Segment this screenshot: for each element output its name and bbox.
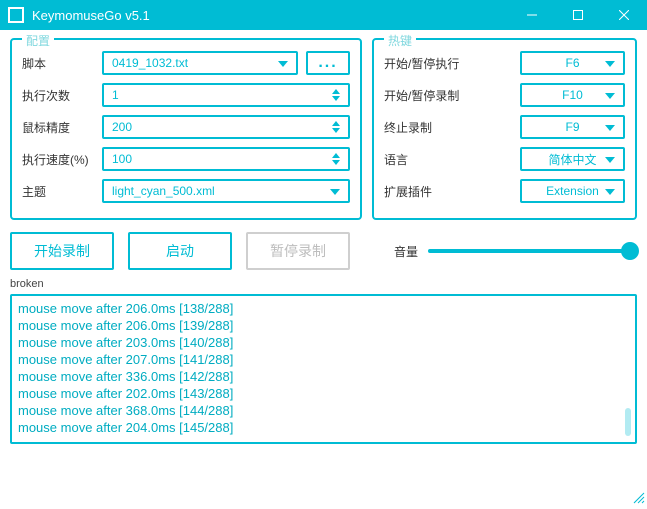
lang-label: 语言 (384, 151, 484, 168)
start-pause-exec-value: F6 (565, 56, 579, 70)
spin-down-icon[interactable] (332, 160, 340, 165)
chevron-down-icon (605, 61, 615, 67)
ext-plugin-label: 扩展插件 (384, 183, 484, 200)
config-panel: 配置 脚本 0419_1032.txt ... 执行次数 1 鼠标精度 (10, 38, 362, 220)
start-pause-rec-value: F10 (562, 88, 583, 102)
spin-down-icon[interactable] (332, 128, 340, 133)
stop-rec-label: 终止录制 (384, 119, 484, 136)
exec-speed-value: 100 (112, 152, 132, 166)
theme-value: light_cyan_500.xml (112, 184, 215, 198)
maximize-button[interactable] (555, 0, 601, 30)
stop-rec-value: F9 (565, 120, 579, 134)
start-pause-exec-select[interactable]: F6 (520, 51, 625, 75)
start-pause-exec-label: 开始/暂停执行 (384, 55, 484, 72)
ext-plugin-value: Extension (546, 184, 599, 198)
chevron-down-icon (605, 125, 615, 131)
titlebar: KeymomuseGo v5.1 (0, 0, 647, 30)
start-pause-rec-select[interactable]: F10 (520, 83, 625, 107)
spin-up-icon[interactable] (332, 89, 340, 94)
script-select[interactable]: 0419_1032.txt (102, 51, 298, 75)
hotkey-legend: 热键 (384, 32, 416, 49)
spin-up-icon[interactable] (332, 153, 340, 158)
spin-up-icon[interactable] (332, 121, 340, 126)
browse-button[interactable]: ... (306, 51, 350, 75)
mouse-precision-spinner[interactable]: 200 (102, 115, 350, 139)
app-icon (8, 7, 24, 23)
chevron-down-icon (278, 61, 288, 67)
lang-value: 简体中文 (548, 151, 596, 168)
start-button[interactable]: 启动 (128, 232, 232, 270)
stop-rec-select[interactable]: F9 (520, 115, 625, 139)
resize-grip[interactable] (631, 490, 645, 504)
log-line: mouse move after 204.0ms [145/288] (18, 419, 629, 436)
chevron-down-icon (605, 189, 615, 195)
exec-speed-spinner[interactable]: 100 (102, 147, 350, 171)
volume-label: 音量 (394, 243, 418, 260)
theme-label: 主题 (22, 183, 102, 200)
hotkey-panel: 热键 开始/暂停执行 F6 开始/暂停录制 F10 终止录制 F9 (372, 38, 637, 220)
ext-plugin-select[interactable]: Extension (520, 179, 625, 203)
chevron-down-icon (330, 189, 340, 195)
spin-down-icon[interactable] (332, 96, 340, 101)
log-line: mouse move after 207.0ms [141/288] (18, 351, 629, 368)
log-output[interactable]: mouse move after 206.0ms [138/288] mouse… (10, 294, 637, 444)
status-text: broken (10, 278, 637, 290)
log-line: mouse move after 206.0ms [139/288] (18, 317, 629, 334)
script-label: 脚本 (22, 55, 102, 72)
volume-slider[interactable] (428, 249, 637, 253)
start-pause-rec-label: 开始/暂停录制 (384, 87, 484, 104)
chevron-down-icon (605, 93, 615, 99)
log-line: mouse move after 336.0ms [142/288] (18, 368, 629, 385)
config-legend: 配置 (22, 32, 54, 49)
exec-count-spinner[interactable]: 1 (102, 83, 350, 107)
log-line: mouse move after 368.0ms [144/288] (18, 402, 629, 419)
lang-select[interactable]: 简体中文 (520, 147, 625, 171)
exec-speed-label: 执行速度(%) (22, 151, 102, 168)
start-record-button[interactable]: 开始录制 (10, 232, 114, 270)
log-line: mouse move after 206.0ms [138/288] (18, 300, 629, 317)
log-line: mouse move after 202.0ms [143/288] (18, 385, 629, 402)
window-title: KeymomuseGo v5.1 (32, 8, 509, 23)
scrollbar[interactable] (625, 408, 631, 436)
slider-knob[interactable] (621, 242, 639, 260)
mouse-precision-label: 鼠标精度 (22, 119, 102, 136)
minimize-button[interactable] (509, 0, 555, 30)
pause-record-button: 暂停录制 (246, 232, 350, 270)
mouse-precision-value: 200 (112, 120, 132, 134)
script-value: 0419_1032.txt (112, 56, 188, 70)
action-row: 开始录制 启动 暂停录制 音量 (10, 232, 637, 270)
log-line: mouse move after 203.0ms [140/288] (18, 334, 629, 351)
exec-count-value: 1 (112, 88, 119, 102)
exec-count-label: 执行次数 (22, 87, 102, 104)
chevron-down-icon (605, 157, 615, 163)
theme-select[interactable]: light_cyan_500.xml (102, 179, 350, 203)
close-button[interactable] (601, 0, 647, 30)
